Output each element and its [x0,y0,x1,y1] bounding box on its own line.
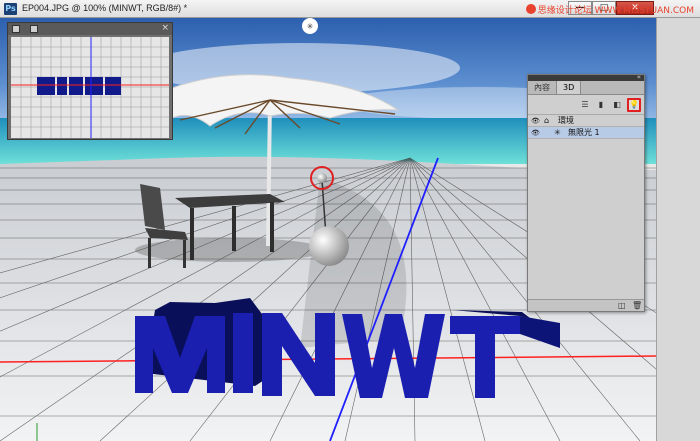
watermark: 思缘设计论坛 WWW.MISSYUAN.COM [525,3,694,16]
layer-row-environment[interactable]: 👁 ⌂ 環境 [528,115,644,127]
layer-label: 環境 [558,116,574,125]
svg-text:✳: ✳ [307,22,314,31]
tab-properties[interactable]: 內容 [528,81,557,94]
new-light-icon[interactable]: ◫ [618,301,626,310]
title-bar: Ps EP004.JPG @ 100% (MINWT, RGB/8#) * — … [0,0,700,18]
3d-panel: « 內容 3D ☰ ▮ ◧ 💡 👁 ⌂ 環境 👁 ✳ 無限光 1 ◫ 🗑 [527,73,645,312]
options-icon[interactable] [30,25,38,33]
collapse-icon[interactable]: « [637,73,641,81]
light-filter-icon[interactable]: 💡 [627,98,641,112]
delete-icon[interactable]: 🗑 [632,301,642,310]
visibility-eye-icon[interactable]: 👁 [531,115,540,127]
navigator-preview[interactable] [11,37,169,138]
photoshop-window: Ps EP004.JPG @ 100% (MINWT, RGB/8#) * — … [0,0,700,441]
mesh-filter-icon[interactable]: ▮ [596,100,606,110]
panel-tabs: 內容 3D [528,81,644,95]
layer-row-infinite-light[interactable]: 👁 ✳ 無限光 1 [528,127,644,139]
scene-filter-icon[interactable]: ☰ [580,100,590,110]
material-filter-icon[interactable]: ◧ [612,100,622,110]
window-scrollbar[interactable] [656,18,700,441]
visibility-eye-icon[interactable]: 👁 [531,127,540,139]
navigator-close-icon[interactable]: × [161,23,169,33]
watermark-logo-icon [525,4,536,14]
navigator-grid-preview [11,37,169,138]
tab-3d[interactable]: 3D [557,81,582,94]
panel-footer: ◫ 🗑 [528,299,644,311]
infinite-light-icon: ✳ [554,128,561,137]
view-menu-icon[interactable] [12,25,20,33]
document-title: EP004.JPG @ 100% (MINWT, RGB/8#) * [22,3,188,13]
watermark-text: 思缘设计论坛 WWW.MISSYUAN.COM [537,6,694,16]
environment-icon: ⌂ [544,116,550,125]
navigator-toolbar: × [8,23,172,35]
3d-filter-toolbar: ☰ ▮ ◧ 💡 [528,95,644,115]
navigator-panel[interactable]: × [7,22,173,140]
layer-label: 無限光 1 [568,128,600,137]
photoshop-icon: Ps [4,3,17,15]
